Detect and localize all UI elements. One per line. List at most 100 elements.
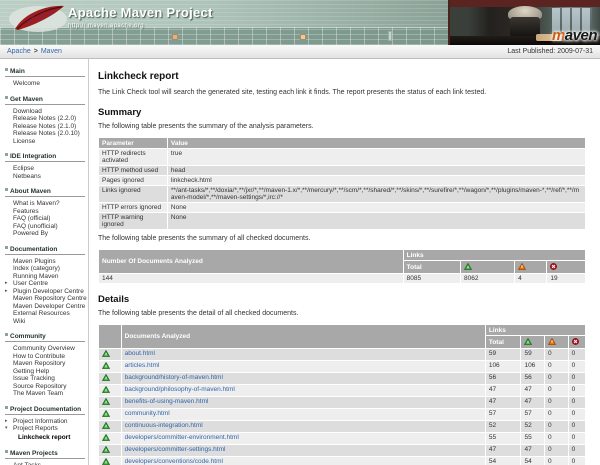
sidebar-item-linkcheck-report[interactable]: Linkcheck report bbox=[5, 433, 85, 442]
links-warning: 0 bbox=[545, 409, 568, 420]
links-error: 0 bbox=[569, 445, 585, 456]
sidebar-item-powered-by[interactable]: Powered By bbox=[5, 230, 85, 238]
status-cell bbox=[99, 445, 121, 456]
sidebar-item-download[interactable]: Download bbox=[5, 108, 85, 116]
sidebar-item-label: Release Notes (2.2.0) bbox=[13, 115, 76, 122]
error-icon bbox=[550, 263, 557, 272]
links-warning: 0 bbox=[545, 421, 568, 432]
breadcrumb-bar: Apache>Maven Last Published: 2009-07-31 bbox=[0, 45, 600, 59]
document-cell: developers/committer-settings.html bbox=[122, 445, 485, 456]
links-error: 0 bbox=[569, 397, 585, 408]
document-cell: about.html bbox=[122, 349, 485, 360]
sidebar-item-plugin-developer-centre[interactable]: ▸Plugin Developer Centre bbox=[5, 288, 85, 296]
documents-count: 144 bbox=[99, 274, 403, 283]
sidebar-item-label: Welcome bbox=[13, 80, 40, 87]
sidebar-item-release-notes-2-2-0[interactable]: Release Notes (2.2.0) bbox=[5, 115, 85, 123]
sidebar-item-wiki[interactable]: Wiki bbox=[5, 318, 85, 326]
sidebar-item-release-notes-2-0-10[interactable]: Release Notes (2.0.10) bbox=[5, 130, 85, 138]
sidebar-item-label: Project Information bbox=[13, 418, 68, 425]
sidebar-item-user-centre[interactable]: ▸User Centre bbox=[5, 280, 85, 288]
parameter-value: linkcheck.html bbox=[168, 176, 585, 185]
total-header: Total bbox=[404, 261, 460, 273]
sidebar-item-features[interactable]: Features bbox=[5, 208, 85, 216]
links-valid: 47 bbox=[521, 385, 544, 396]
sidebar-item-project-information[interactable]: ▸ Project Information bbox=[5, 418, 85, 426]
sidebar-item-label: External Resources bbox=[13, 310, 70, 317]
document-link[interactable]: community.html bbox=[125, 410, 170, 417]
sidebar-section-title: Documentation bbox=[5, 246, 85, 255]
sidebar-item-external-resources[interactable]: External Resources bbox=[5, 310, 85, 318]
status-cell bbox=[99, 361, 121, 372]
chevron-right-icon: ▸ bbox=[5, 418, 8, 426]
sidebar-item-label: Powered By bbox=[13, 230, 48, 237]
links-warning: 4 bbox=[515, 274, 546, 283]
sidebar-item-label: Running Maven bbox=[13, 273, 59, 280]
sidebar-section-title: Maven Projects bbox=[5, 450, 85, 459]
sidebar-item-label: What is Maven? bbox=[13, 200, 60, 207]
valid-icon bbox=[102, 458, 110, 465]
sidebar-item-ant-tasks[interactable]: Ant Tasks bbox=[5, 462, 85, 465]
documents-analyzed-header: Number Of Documents Analyzed bbox=[99, 250, 403, 273]
banner-grid-marker bbox=[388, 31, 392, 41]
details-table: Documents Analyzed Links Total about.htm… bbox=[98, 324, 586, 465]
sidebar-item-how-to-contribute[interactable]: How to Contribute bbox=[5, 353, 85, 361]
links-error: 0 bbox=[569, 361, 585, 372]
status-cell bbox=[99, 373, 121, 384]
sidebar-item-source-repository[interactable]: Source Repository bbox=[5, 383, 85, 391]
document-link[interactable]: developers/committer-environment.html bbox=[125, 434, 239, 441]
links-valid: 47 bbox=[521, 445, 544, 456]
table-header-row: Number Of Documents Analyzed Links bbox=[99, 250, 585, 260]
sidebar-item-what-is-maven[interactable]: What is Maven? bbox=[5, 200, 85, 208]
document-link[interactable]: background/philosophy-of-maven.html bbox=[125, 386, 235, 393]
document-link[interactable]: background/history-of-maven.html bbox=[125, 374, 223, 381]
sidebar-item-faq-unofficial[interactable]: FAQ (unofficial) bbox=[5, 223, 85, 231]
document-cell: developers/committer-environment.html bbox=[122, 433, 485, 444]
banner-grid-marker bbox=[300, 34, 306, 40]
sidebar-item-license[interactable]: License bbox=[5, 138, 85, 146]
sidebar-item-issue-tracking[interactable]: Issue Tracking bbox=[5, 375, 85, 383]
document-link[interactable]: continuous-integration.html bbox=[125, 422, 203, 429]
breadcrumb-separator: > bbox=[34, 48, 38, 55]
sidebar-item-eclipse[interactable]: Eclipse bbox=[5, 165, 85, 173]
parameter-header: Parameter bbox=[99, 138, 167, 148]
breadcrumb-link-maven[interactable]: Maven bbox=[41, 48, 62, 55]
document-link[interactable]: benefits-of-using-maven.html bbox=[125, 398, 209, 405]
section-bullet-icon bbox=[5, 153, 8, 156]
main-content: Linkcheck report The Link Check tool wil… bbox=[89, 59, 600, 465]
sidebar-item-label: Source Repository bbox=[13, 383, 66, 390]
sidebar-section-title-label: Get Maven bbox=[10, 96, 43, 103]
sidebar-item-welcome[interactable]: Welcome bbox=[5, 80, 85, 88]
sidebar-item-label: Eclipse bbox=[13, 165, 34, 172]
sidebar-item-maven-developer-centre[interactable]: Maven Developer Centre bbox=[5, 303, 85, 311]
sidebar-item-label: User Centre bbox=[13, 280, 48, 287]
sidebar-item-maven-plugins[interactable]: Maven Plugins bbox=[5, 258, 85, 266]
sidebar-item-maven-repository-centre[interactable]: Maven Repository Centre bbox=[5, 295, 85, 303]
document-cell: background/philosophy-of-maven.html bbox=[122, 385, 485, 396]
sidebar-item-release-notes-2-1-0[interactable]: Release Notes (2.1.0) bbox=[5, 123, 85, 131]
section-bullet-icon bbox=[5, 96, 8, 99]
document-cell: developers/conventions/code.html bbox=[122, 457, 485, 465]
document-link[interactable]: developers/committer-settings.html bbox=[125, 446, 226, 453]
links-warning: 0 bbox=[545, 373, 568, 384]
sidebar-item-faq-official[interactable]: FAQ (official) bbox=[5, 215, 85, 223]
table-row: HTTP redirects activatedtrue bbox=[99, 149, 585, 165]
sidebar-item-index-category[interactable]: Index (category) bbox=[5, 265, 85, 273]
sidebar-item-the-maven-team[interactable]: The Maven Team bbox=[5, 390, 85, 398]
site-title: Apache Maven Project bbox=[68, 5, 213, 20]
valid-icon bbox=[102, 374, 110, 383]
table-row: HTTP warning ignoredNone bbox=[99, 213, 585, 229]
parameter-name: HTTP method used bbox=[99, 166, 167, 175]
document-link[interactable]: developers/conventions/code.html bbox=[125, 458, 223, 465]
document-link[interactable]: articles.html bbox=[125, 362, 160, 369]
sidebar-item-getting-help[interactable]: Getting Help bbox=[5, 368, 85, 376]
sidebar-item-maven-repository[interactable]: Maven Repository bbox=[5, 360, 85, 368]
sidebar-item-project-reports[interactable]: ▾Project Reports bbox=[5, 425, 85, 433]
sidebar-item-running-maven[interactable]: Running Maven bbox=[5, 273, 85, 281]
valid-icon bbox=[102, 434, 110, 443]
document-link[interactable]: about.html bbox=[125, 350, 155, 357]
valid-icon bbox=[102, 350, 110, 359]
breadcrumb-link-apache[interactable]: Apache bbox=[7, 48, 31, 55]
sidebar-item-netbeans[interactable]: Netbeans bbox=[5, 173, 85, 181]
sidebar-item-community-overview[interactable]: Community Overview bbox=[5, 345, 85, 353]
sidebar-item-label: The Maven Team bbox=[13, 390, 63, 397]
